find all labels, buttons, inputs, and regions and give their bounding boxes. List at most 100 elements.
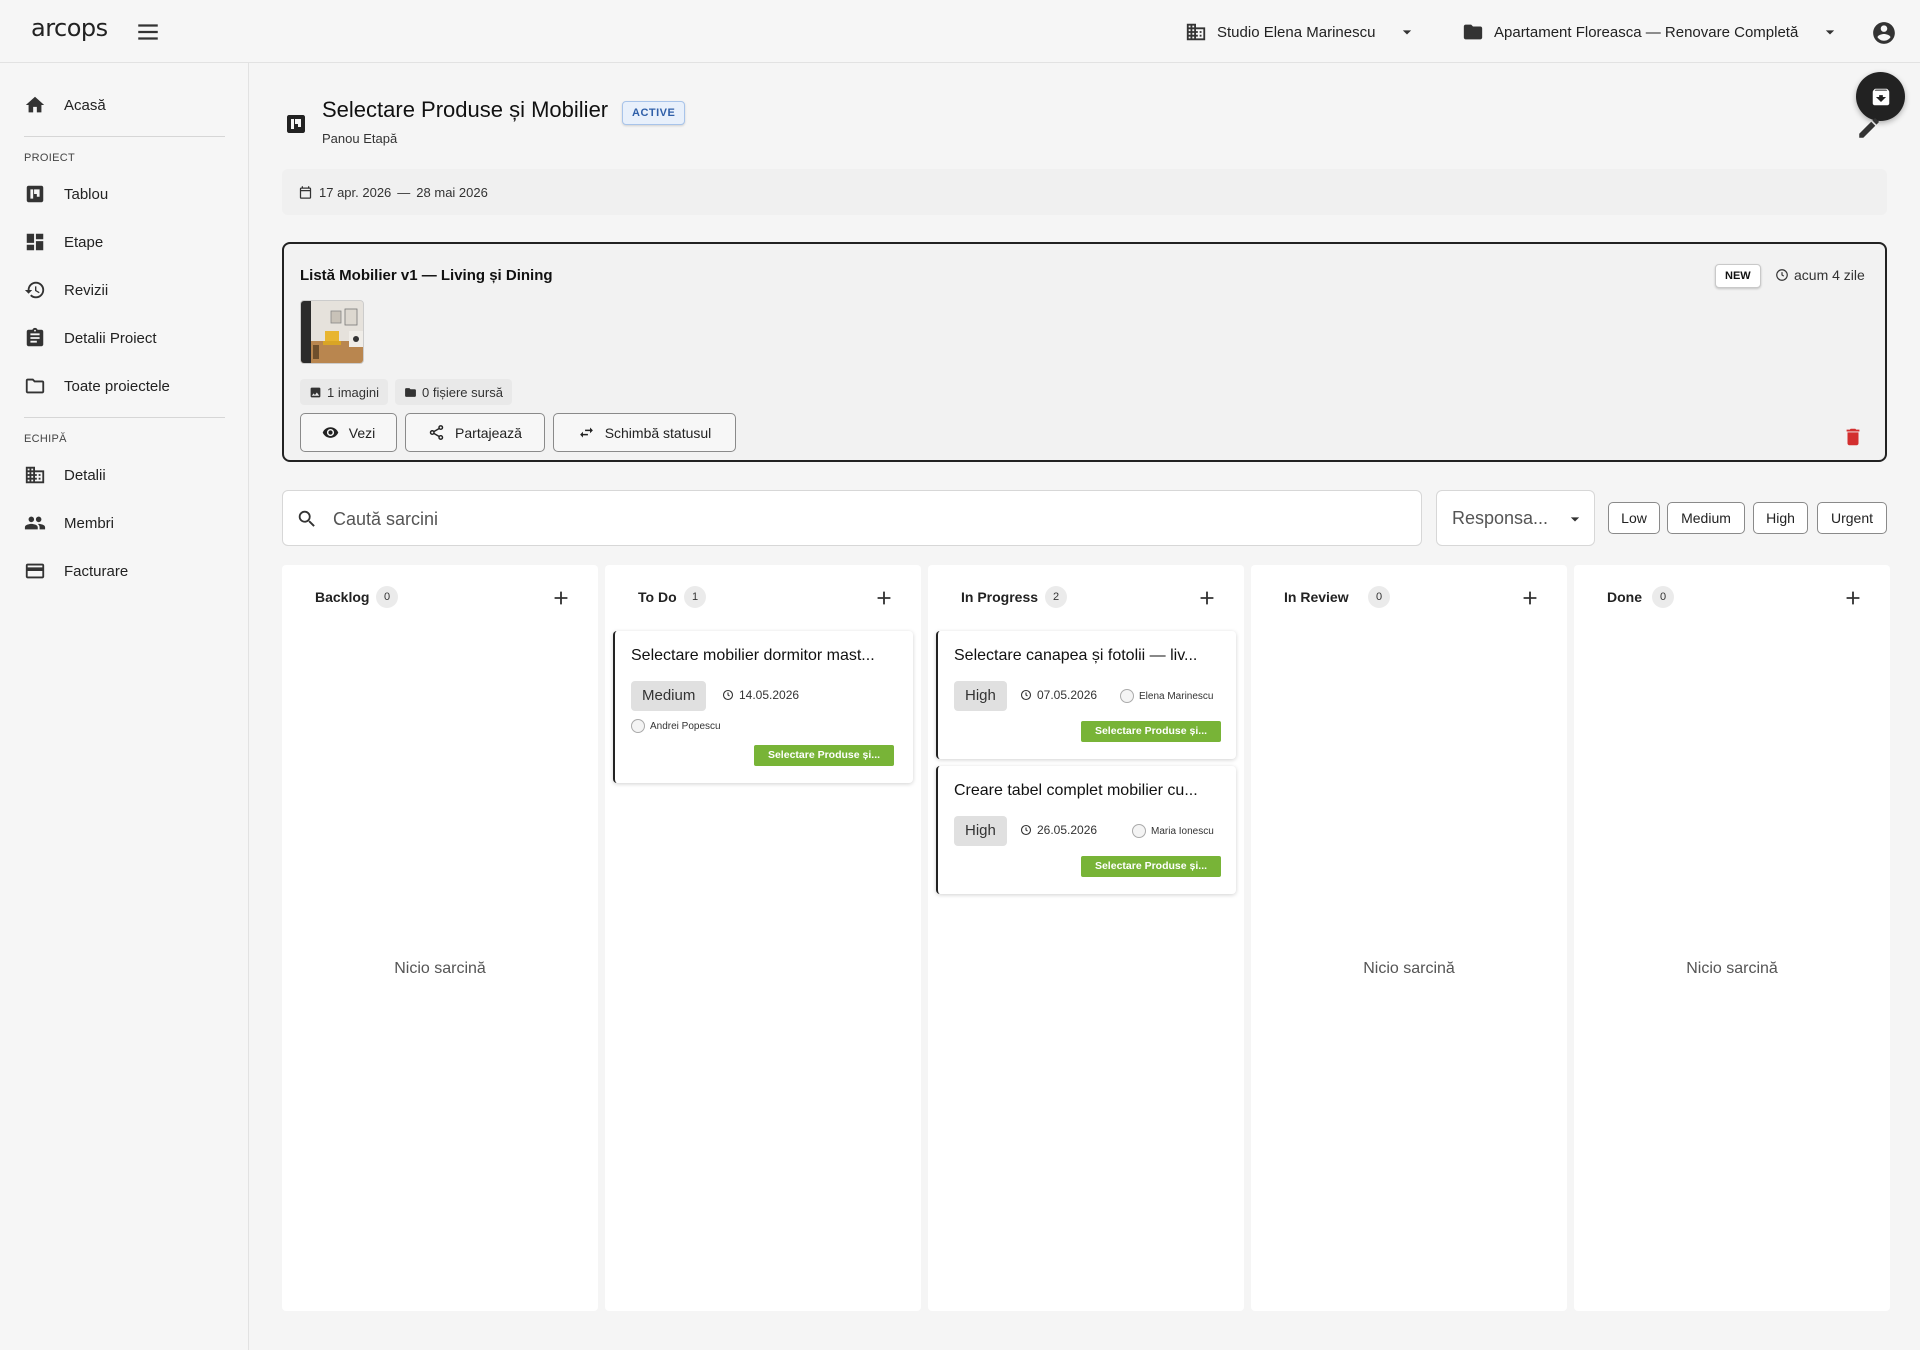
task-due-label: 14.05.2026: [739, 688, 800, 702]
status-badge: ACTIVE: [622, 101, 686, 125]
avatar: [1120, 689, 1134, 703]
images-count: 1 imagini: [300, 379, 389, 405]
column-count: 2: [1045, 586, 1067, 608]
sidebar-item-members[interactable]: Membri: [0, 503, 248, 543]
building-icon: [1185, 21, 1207, 43]
task-card[interactable]: Selectare canapea și fotolii — liv... Hi…: [936, 631, 1236, 759]
history-icon: [24, 279, 46, 301]
page-title: Selectare Produse și Mobilier: [322, 97, 609, 122]
task-priority: High: [954, 816, 1007, 846]
sidebar-item-label: Etape: [64, 233, 104, 251]
change-status-label: Schimbă statusul: [604, 424, 712, 441]
priority-filter-urgent[interactable]: Urgent: [1817, 502, 1887, 534]
edit-icon[interactable]: [1856, 115, 1882, 141]
sidebar-item-all-projects[interactable]: Toate proiectele: [0, 366, 248, 406]
account-icon[interactable]: [1871, 20, 1897, 46]
sidebar-item-revisions[interactable]: Revizii: [0, 270, 248, 310]
assignee-filter-label: Responsa...: [1452, 508, 1549, 528]
empty-column-text: Nicio sarcină: [1363, 960, 1455, 977]
task-assignee: Andrei Popescu: [631, 719, 721, 733]
revision-thumbnail[interactable]: [300, 300, 364, 364]
avatar: [631, 719, 645, 733]
folder-icon: [1462, 21, 1484, 43]
project-select[interactable]: Apartament Floreasca — Renovare Completă: [1462, 16, 1840, 48]
task-assignee-name: Andrei Popescu: [650, 720, 721, 732]
workspace-label: Studio Elena Marinescu: [1217, 23, 1376, 41]
add-task-icon[interactable]: [1519, 587, 1541, 609]
task-priority: High: [954, 681, 1007, 711]
share-button-label: Partajează: [455, 424, 522, 441]
top-bar: arcops Studio Elena Marinescu Apartament…: [0, 0, 1920, 63]
divider: [24, 417, 225, 418]
sidebar-item-stages[interactable]: Etape: [0, 222, 248, 262]
clock-icon: [1020, 689, 1032, 701]
add-task-icon[interactable]: [550, 587, 572, 609]
priority-filter-medium[interactable]: Medium: [1667, 502, 1745, 534]
swap-icon: [578, 424, 595, 441]
revision-time-label: acum 4 zile: [1794, 267, 1865, 283]
task-title: Selectare mobilier dormitor mast...: [631, 647, 875, 664]
delete-icon[interactable]: [1842, 426, 1864, 448]
priority-filter-low[interactable]: Low: [1608, 502, 1660, 534]
sidebar-item-board[interactable]: Tablou: [0, 174, 248, 214]
sidebar-item-project-details[interactable]: Detalii Proiect: [0, 318, 248, 358]
stage-tag: Selectare Produse și...: [1081, 856, 1221, 877]
eye-icon: [322, 424, 339, 441]
task-due-date: 07.05.2026: [1020, 688, 1097, 702]
sidebar-item-home[interactable]: Acasă: [0, 85, 248, 125]
avatar: [1132, 824, 1146, 838]
new-badge: NEW: [1715, 264, 1761, 288]
task-card[interactable]: Selectare mobilier dormitor mast... Medi…: [613, 631, 913, 783]
sidebar-item-label: Acasă: [64, 96, 106, 114]
folder-icon: [404, 386, 417, 399]
assignee-filter-select[interactable]: Responsa...: [1436, 490, 1595, 546]
board-column-todo: To Do 1 Selectare mobilier dormitor mast…: [605, 565, 921, 1311]
date-start: 17 apr. 2026: [319, 184, 392, 200]
task-title: Selectare canapea și fotolii — liv...: [954, 647, 1198, 664]
task-card[interactable]: Creare tabel complet mobilier cu... High…: [936, 766, 1236, 894]
clock-icon: [722, 689, 734, 701]
sidebar: Acasă PROIECT Tablou Etape Revizii Detal…: [0, 63, 249, 1350]
priority-filter-high[interactable]: High: [1753, 502, 1808, 534]
sidebar-item-team-details[interactable]: Detalii: [0, 455, 248, 495]
chevron-down-icon: [1397, 22, 1417, 42]
calendar-icon: [298, 185, 313, 200]
share-icon: [428, 424, 445, 441]
board-icon: [24, 183, 46, 205]
task-priority: Medium: [631, 681, 707, 711]
task-due-label: 07.05.2026: [1037, 688, 1098, 702]
add-task-icon[interactable]: [873, 587, 895, 609]
credit-card-icon: [24, 560, 46, 582]
clock-icon: [1775, 268, 1789, 282]
column-count: 0: [1368, 586, 1390, 608]
task-title: Creare tabel complet mobilier cu...: [954, 782, 1198, 799]
change-status-button[interactable]: Schimbă statusul: [553, 413, 736, 452]
sidebar-item-label: Revizii: [64, 281, 109, 299]
sidebar-item-label: Toate proiectele: [64, 377, 170, 395]
board-icon: [284, 112, 308, 136]
workspace-select[interactable]: Studio Elena Marinescu: [1185, 16, 1417, 48]
revision-card[interactable]: Listă Mobilier v1 — Living și Dining NEW…: [282, 242, 1887, 462]
task-assignee-name: Maria Ionescu: [1151, 825, 1214, 837]
task-due-date: 26.05.2026: [1020, 823, 1097, 837]
search-input[interactable]: [333, 505, 1393, 533]
column-count: 0: [1652, 586, 1674, 608]
search-field[interactable]: [282, 490, 1422, 546]
add-task-icon[interactable]: [1842, 587, 1864, 609]
task-assignee: Maria Ionescu: [1132, 824, 1214, 838]
column-count: 1: [684, 586, 706, 608]
view-button[interactable]: Vezi: [300, 413, 397, 452]
add-task-icon[interactable]: [1196, 587, 1218, 609]
divider: [24, 136, 225, 137]
app-logo[interactable]: arcops: [31, 14, 108, 42]
stage-tag: Selectare Produse și...: [1081, 721, 1221, 742]
image-icon: [309, 386, 322, 399]
folder-outline-icon: [24, 375, 46, 397]
column-title: In Review: [1284, 589, 1349, 605]
archive-button[interactable]: [1856, 72, 1905, 121]
share-button[interactable]: Partajează: [405, 413, 545, 452]
sidebar-item-billing[interactable]: Facturare: [0, 551, 248, 591]
view-button-label: Vezi: [348, 424, 376, 441]
menu-icon[interactable]: [135, 19, 161, 45]
people-icon: [24, 512, 46, 534]
